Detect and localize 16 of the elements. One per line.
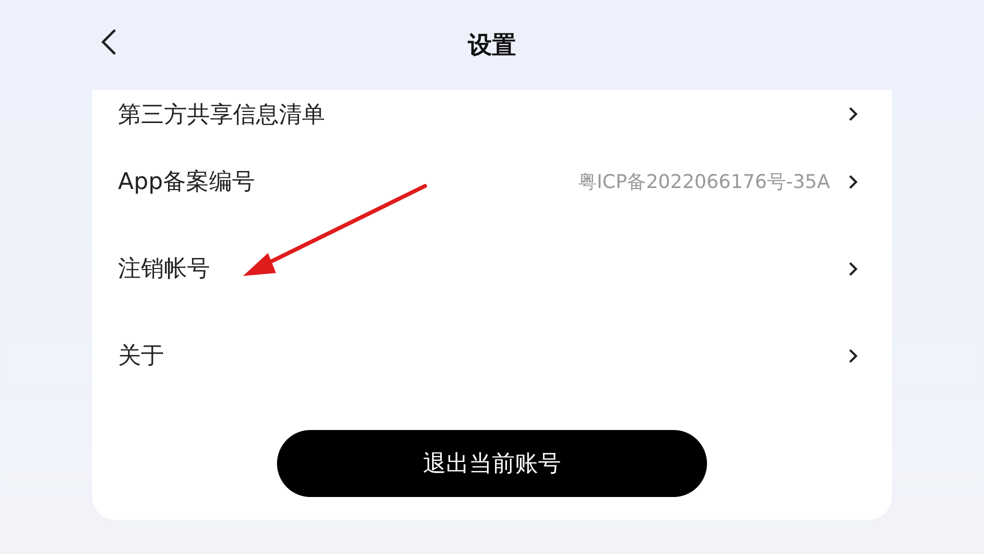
page-title: 设置 <box>468 30 516 61</box>
row-label: 注销帐号 <box>118 255 211 284</box>
row-value: 粤ICP备2022066176号-35A <box>578 170 830 194</box>
row-label: App备案编号 <box>118 168 256 197</box>
row-label: 关于 <box>118 342 165 371</box>
settings-row[interactable]: 注销帐号 <box>92 225 892 312</box>
chevron-right-icon <box>848 174 858 190</box>
chevron-right-icon <box>848 348 858 364</box>
settings-row[interactable]: App备案编号 粤ICP备2022066176号-35A <box>92 138 892 225</box>
back-icon[interactable] <box>100 28 118 56</box>
chevron-right-icon <box>848 106 858 122</box>
logout-button[interactable]: 退出当前账号 <box>277 430 707 497</box>
settings-row[interactable]: 关于 <box>92 312 892 399</box>
chevron-right-icon <box>848 260 858 276</box>
row-label: 第三方共享信息清单 <box>118 100 326 130</box>
settings-row[interactable]: 第三方共享信息清单 <box>92 90 892 138</box>
